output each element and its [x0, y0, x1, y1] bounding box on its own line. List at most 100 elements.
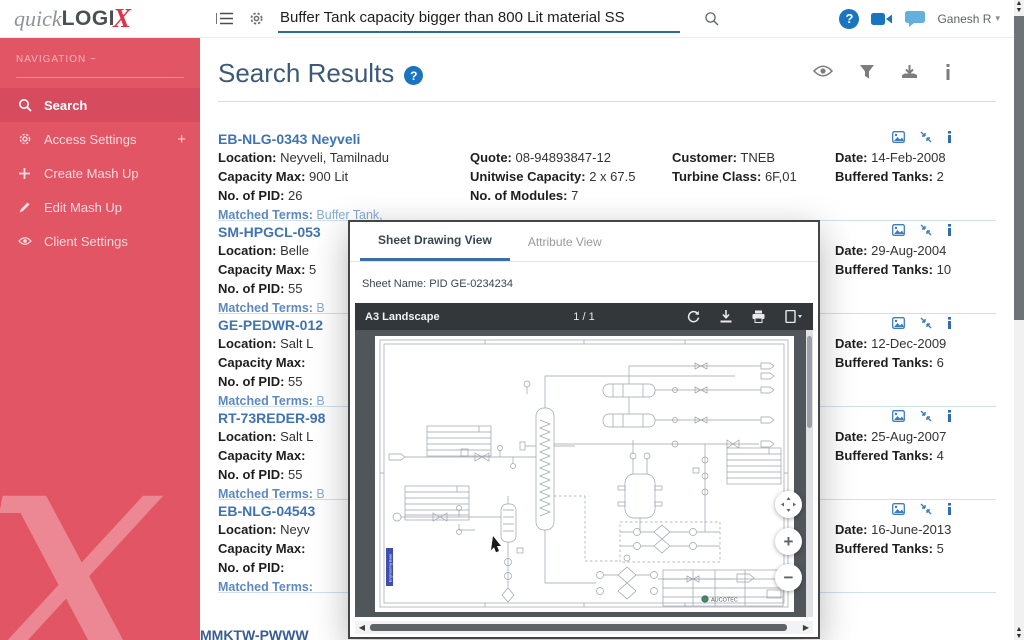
- result-actions: [892, 410, 952, 422]
- tab-sheet-drawing-view[interactable]: Sheet Drawing View: [360, 222, 510, 261]
- preview-eye-icon[interactable]: [813, 64, 833, 80]
- settings-gear-icon[interactable]: [249, 11, 264, 26]
- expand-plus-icon[interactable]: +: [177, 131, 186, 148]
- row-info-icon[interactable]: [947, 317, 952, 329]
- sidebar-item-edit-mashup[interactable]: Edit Mash Up: [0, 190, 200, 224]
- zoom-in-button[interactable]: +: [775, 528, 802, 555]
- collapse-icon[interactable]: [920, 224, 932, 236]
- zoom-out-button[interactable]: −: [775, 564, 802, 591]
- row-info-icon[interactable]: [947, 410, 952, 422]
- result-title-link[interactable]: EB-NLG-0343 Neyveli: [218, 131, 360, 147]
- page-scrollbar[interactable]: ▲ ▼ ▲ ▼: [1014, 0, 1024, 640]
- logo-logi: LOGI: [61, 6, 115, 30]
- logo-quick: quick: [14, 5, 62, 31]
- matched-terms: Matched Terms:: [218, 580, 313, 594]
- sidebar-item-label: Access Settings: [44, 131, 137, 147]
- page-scroll-thumb[interactable]: [1014, 16, 1024, 320]
- sidebar: quick LOGI X NAVIGATION ~ Search Access Se…: [0, 0, 200, 640]
- rotate-icon[interactable]: [687, 310, 700, 323]
- collapse-icon[interactable]: [920, 317, 932, 329]
- print-icon[interactable]: [752, 310, 765, 323]
- result-actions: [892, 224, 952, 236]
- viewer-horizontal-scrollbar[interactable]: ◀ ▶: [355, 621, 813, 634]
- sidebar-item-access-settings[interactable]: Access Settings +: [0, 122, 200, 156]
- collapse-icon[interactable]: [920, 503, 932, 515]
- result-col-customer: Customer: TNEB Turbine Class: 6F,01: [672, 151, 834, 183]
- info-icon[interactable]: [944, 64, 952, 80]
- field-no-of-pid: No. of PID: 26: [218, 188, 303, 203]
- search-input[interactable]: [278, 4, 680, 33]
- vendor-logo-text: AUCOTEC: [711, 598, 738, 604]
- matched-terms: Matched Terms: B: [218, 301, 325, 315]
- field-buffered-tanks: Buffered Tanks: 10: [835, 262, 952, 277]
- sidebar-divider: [16, 77, 184, 78]
- image-icon[interactable]: [892, 131, 905, 143]
- scroll-left-arrow-icon[interactable]: ◀: [355, 623, 369, 632]
- horizontal-scroll-thumb[interactable]: [370, 624, 787, 631]
- row-info-icon[interactable]: [947, 224, 952, 236]
- bookmark-menu-icon[interactable]: [785, 310, 803, 323]
- tab-attribute-view[interactable]: Attribute View: [510, 222, 620, 261]
- row-info-icon[interactable]: [947, 503, 952, 515]
- menu-list-icon[interactable]: [216, 12, 233, 25]
- viewer-vertical-scrollbar[interactable]: [806, 330, 813, 617]
- pan-button[interactable]: [775, 491, 802, 518]
- result-col-date: Date: 14-Feb-2008 Buffered Tanks: 2: [835, 151, 1005, 183]
- scroll-right-arrow-icon[interactable]: ▶: [799, 623, 813, 632]
- row-info-icon[interactable]: [947, 131, 952, 143]
- sidebar-item-client-settings[interactable]: Client Settings: [0, 224, 200, 258]
- magnifier-icon[interactable]: [704, 11, 719, 26]
- chat-icon[interactable]: [905, 10, 926, 27]
- collapse-icon[interactable]: [920, 410, 932, 422]
- result-title-link[interactable]: GE-PEDWR-012: [218, 317, 323, 333]
- pdf-toolbar: A3 Landscape 1 / 1: [355, 303, 813, 330]
- help-icon[interactable]: ?: [839, 8, 860, 29]
- user-menu[interactable]: Ganesh R ▾: [937, 12, 1000, 26]
- image-icon[interactable]: [892, 410, 905, 422]
- result-col-quote: Quote: 08-94893847-12 Unitwise Capacity: …: [470, 151, 670, 202]
- navigation-label: NAVIGATION ~: [16, 54, 97, 65]
- matched-terms: Matched Terms: B: [218, 487, 325, 501]
- image-icon[interactable]: [892, 317, 905, 329]
- field-buffered-tanks: Buffered Tanks: 6: [835, 355, 944, 370]
- result-col-date: Date: 25-Aug-2007 Buffered Tanks: 4: [835, 430, 1005, 462]
- result-title-link[interactable]: SM-HPGCL-053: [218, 224, 321, 240]
- collapse-icon[interactable]: [920, 131, 932, 143]
- search-icon: [18, 98, 44, 112]
- results-header: Search Results ?: [218, 38, 996, 102]
- page-title-text: Search Results: [218, 58, 395, 88]
- image-icon[interactable]: [892, 503, 905, 515]
- pdf-viewer: AUCOTEC Engineering Base + −: [355, 330, 813, 617]
- download-icon[interactable]: [901, 64, 918, 80]
- image-icon[interactable]: [892, 224, 905, 236]
- filter-funnel-icon[interactable]: [859, 64, 875, 80]
- app-logo[interactable]: quick LOGI X: [0, 0, 200, 38]
- sidebar-item-label: Edit Mash Up: [44, 199, 123, 215]
- eye-icon: [18, 236, 44, 246]
- field-date: Date: 29-Aug-2004: [835, 243, 947, 258]
- result-col-date: Date: 29-Aug-2004 Buffered Tanks: 10: [835, 244, 1005, 276]
- results-help-icon[interactable]: ?: [404, 66, 424, 85]
- scroll-up-arrow-icon[interactable]: ▲ ▼: [1014, 0, 1024, 14]
- sidebar-item-create-mashup[interactable]: Create Mash Up: [0, 156, 200, 190]
- field-buffered-tanks: Buffered Tanks: 4: [835, 448, 944, 463]
- result-actions: [892, 317, 952, 329]
- video-icon[interactable]: [871, 12, 893, 26]
- field-customer: Customer: TNEB: [672, 150, 776, 165]
- field-unitwise-capacity: Unitwise Capacity: 2 x 67.5: [470, 169, 636, 184]
- result-row: EB-NLG-0343 Neyveli Location: Neyveli, Ta…: [218, 128, 996, 222]
- field-turbine-class: Turbine Class: 6F,01: [672, 169, 797, 184]
- field-date: Date: 14-Feb-2008: [835, 150, 946, 165]
- gear-icon: [18, 132, 44, 146]
- sidebar-item-search[interactable]: Search: [0, 88, 200, 122]
- drawing-page: AUCOTEC Engineering Base: [375, 336, 794, 612]
- user-name: Ganesh R: [937, 11, 992, 26]
- field-buffered-tanks: Buffered Tanks: 5: [835, 541, 944, 556]
- pdf-download-icon[interactable]: [720, 310, 732, 323]
- scroll-down-arrow-icon[interactable]: ▲ ▼: [1014, 626, 1024, 640]
- pid-drawing: AUCOTEC Engineering Base: [379, 339, 789, 608]
- result-title-link[interactable]: EB-NLG-04543: [218, 503, 315, 519]
- engineering-base-tag: Engineering Base: [389, 554, 393, 582]
- result-title-link[interactable]: RT-73REDER-98: [218, 410, 325, 426]
- field-date: Date: 12-Dec-2009: [835, 336, 947, 351]
